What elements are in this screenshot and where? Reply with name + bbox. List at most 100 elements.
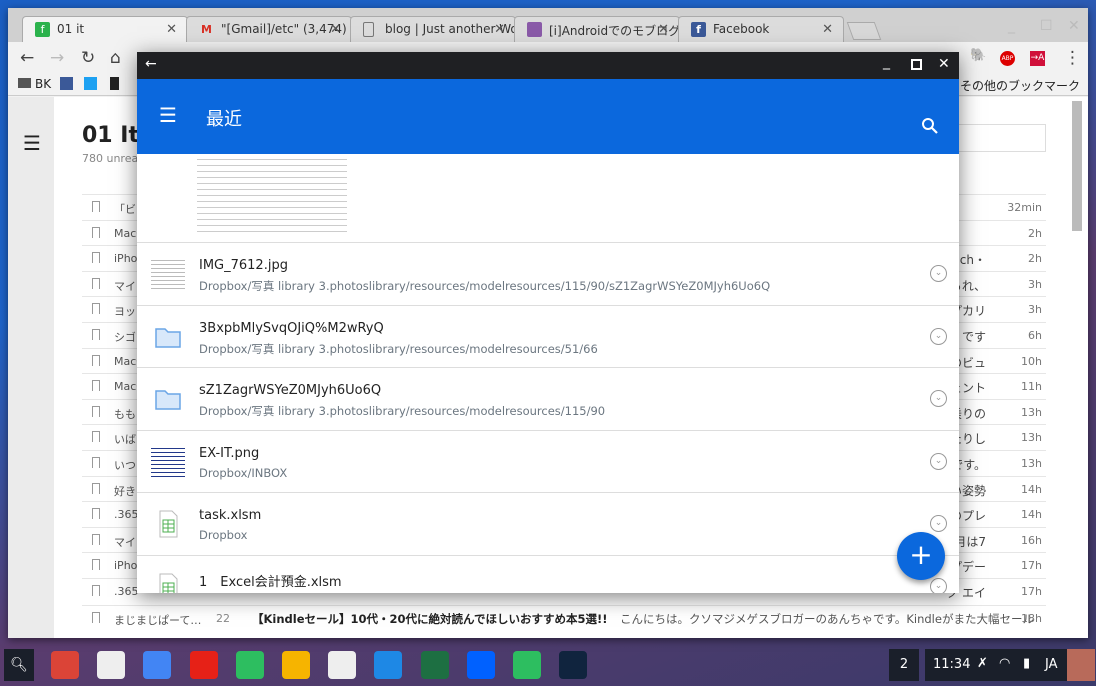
source: 好き xyxy=(114,484,136,498)
ime-indicator: JA xyxy=(1045,657,1058,672)
twitter-icon[interactable] xyxy=(84,77,97,90)
close-window-icon[interactable]: ✕ xyxy=(1068,18,1080,34)
chevron-down-icon[interactable]: ⌄ xyxy=(930,390,947,408)
file-path: Dropbox/写真 library 3.photoslibrary/resou… xyxy=(199,279,771,293)
chevron-down-icon[interactable]: ⌄ xyxy=(930,515,947,533)
file-row[interactable]: sZ1ZagrWSYeZ0MJyh6Uo6Q Dropbox/写真 library… xyxy=(137,367,959,430)
bookmark-icon[interactable] xyxy=(92,329,100,340)
excel-app-icon[interactable] xyxy=(420,651,449,679)
bookmark-icon[interactable] xyxy=(92,533,100,545)
bookmark-icon[interactable] xyxy=(92,431,100,443)
close-icon[interactable]: ✕ xyxy=(822,22,833,37)
notification-badge[interactable]: 2 xyxy=(889,649,919,681)
shelf: 🔍︎ 2 11:34 ✗ ◠ ▮ JA xyxy=(0,645,1096,686)
snippet: です xyxy=(961,330,986,344)
time: 16h xyxy=(1021,533,1042,547)
site-icon xyxy=(527,22,542,37)
app-header: ☰ 最近 xyxy=(137,79,959,154)
reload-icon[interactable]: ↻ xyxy=(81,48,95,68)
chevron-down-icon[interactable]: ⌄ xyxy=(930,327,947,345)
source: .365 xyxy=(114,508,139,522)
bookmark-icon[interactable] xyxy=(92,354,100,366)
chevron-down-icon[interactable]: ⌄ xyxy=(930,452,947,470)
minimize-icon[interactable]: _ xyxy=(1008,18,1015,34)
bookmark-icon[interactable] xyxy=(92,457,100,468)
close-icon[interactable]: ✕ xyxy=(330,22,341,37)
add-fab-button[interactable]: + xyxy=(897,532,945,580)
bookmark-icon[interactable] xyxy=(92,252,100,264)
bookmark-icon[interactable] xyxy=(92,303,100,315)
close-icon[interactable]: ✕ xyxy=(938,56,950,72)
file-path: Dropbox/写真 library 3.photoslibrary/resou… xyxy=(199,341,598,356)
play-store-app-icon[interactable] xyxy=(328,651,357,679)
maximize-icon[interactable]: ☐ xyxy=(1040,18,1053,34)
bookmark-icon[interactable] xyxy=(92,482,100,494)
home-icon[interactable]: ⌂ xyxy=(110,48,121,68)
new-tab-button[interactable] xyxy=(846,22,882,40)
bookmark-icon[interactable] xyxy=(92,277,100,289)
evernote-app-icon[interactable] xyxy=(235,651,264,679)
close-icon[interactable]: ✕ xyxy=(166,22,177,37)
file-row[interactable]: 1 Excel会計預金.xlsmDropbox ⌄ xyxy=(137,555,959,593)
bookmark-icon[interactable] xyxy=(92,405,100,417)
bookmark-icon[interactable] xyxy=(92,559,100,571)
search-input[interactable] xyxy=(958,124,1046,152)
back-icon[interactable]: ← xyxy=(145,56,157,72)
hamburger-icon[interactable]: ☰ xyxy=(23,131,41,155)
pocket-icon[interactable] xyxy=(110,77,119,90)
bookmark-icon[interactable] xyxy=(92,226,100,238)
chevron-down-icon[interactable]: ⌄ xyxy=(930,265,947,282)
time: 11h xyxy=(1021,380,1042,394)
files-app-icon[interactable] xyxy=(374,651,403,679)
hamburger-icon[interactable]: ☰ xyxy=(159,103,177,127)
dropbox-app-icon[interactable] xyxy=(466,651,495,679)
source: マイ xyxy=(114,535,136,549)
spreadsheet-icon xyxy=(159,510,178,538)
feed-row[interactable]: まじまじぱーて… 22 【Kindleセール】10代・20代に絶対読んでほしいお… xyxy=(82,605,1046,630)
evernote-app-icon[interactable] xyxy=(513,651,541,679)
back-icon[interactable]: ← xyxy=(20,48,34,68)
bookmark-icon[interactable] xyxy=(92,612,100,623)
facebook-icon[interactable] xyxy=(60,77,73,90)
launcher-search-icon[interactable]: 🔍︎ xyxy=(4,649,34,681)
tab-blog[interactable]: blog | Just another Wo ✕ xyxy=(350,16,516,43)
bookmark-icon[interactable] xyxy=(92,201,100,212)
minimize-icon[interactable]: _ xyxy=(883,54,890,70)
tab-gmail[interactable]: M "[Gmail]/etc" (3,474) - c ✕ xyxy=(186,16,352,43)
bookmark-icon[interactable] xyxy=(92,508,100,520)
other-bookmarks[interactable]: その他のブックマーク xyxy=(960,77,1080,94)
status-tray[interactable]: 11:34 ✗ ◠ ▮ JA xyxy=(925,649,1095,681)
maximize-icon[interactable] xyxy=(911,59,922,70)
bookmark-icon[interactable] xyxy=(92,380,100,392)
scrollbar[interactable] xyxy=(1072,101,1082,231)
sidebar: ☰ xyxy=(8,97,54,638)
kindle-app-icon[interactable] xyxy=(559,651,588,679)
keep-app-icon[interactable] xyxy=(282,651,310,679)
tab-title: Facebook xyxy=(713,22,770,36)
image-preview[interactable] xyxy=(197,154,347,232)
gmail-app-icon[interactable] xyxy=(97,651,126,679)
evernote-ext-icon[interactable]: 🐘 xyxy=(970,48,986,63)
search-icon[interactable] xyxy=(921,117,939,135)
youtube-app-icon[interactable] xyxy=(189,651,218,679)
close-icon[interactable]: ✕ xyxy=(494,22,505,37)
close-icon[interactable]: ✕ xyxy=(658,22,669,37)
file-row[interactable]: IMG_7612.jpg Dropbox/写真 library 3.photosl… xyxy=(137,242,959,305)
tab-01-it[interactable]: f 01 it ✕ xyxy=(22,16,188,43)
tab-strip: f 01 it ✕ M "[Gmail]/etc" (3,474) - c ✕ blog… xyxy=(8,8,1088,43)
chrome-app-icon[interactable] xyxy=(51,651,79,679)
docs-app-icon[interactable] xyxy=(143,651,172,679)
bookmark-bk[interactable]: BK xyxy=(35,77,51,91)
bookmark-icon[interactable] xyxy=(92,585,100,596)
file-row[interactable]: 3BxpbMlySvqOJiQ%M2wRyQ Dropbox/写真 library… xyxy=(137,304,959,368)
tab-facebook[interactable]: f Facebook ✕ xyxy=(678,16,844,43)
menu-icon[interactable]: ⋮ xyxy=(1064,48,1081,68)
forward-icon[interactable]: → xyxy=(50,48,64,68)
tab-android[interactable]: [i]Androidでのモブログ ✕ xyxy=(514,16,680,43)
file-row[interactable]: task.xlsm Dropbox ⌄ xyxy=(137,492,959,555)
file-row[interactable]: EX-IT.png Dropbox/INBOX ⌄ xyxy=(137,429,959,493)
extension-icon[interactable]: →A xyxy=(1030,51,1045,66)
adblock-icon[interactable]: ABP xyxy=(1000,51,1015,66)
file-name: task.xlsm xyxy=(199,508,262,524)
chevron-down-icon[interactable]: ⌄ xyxy=(930,578,947,593)
